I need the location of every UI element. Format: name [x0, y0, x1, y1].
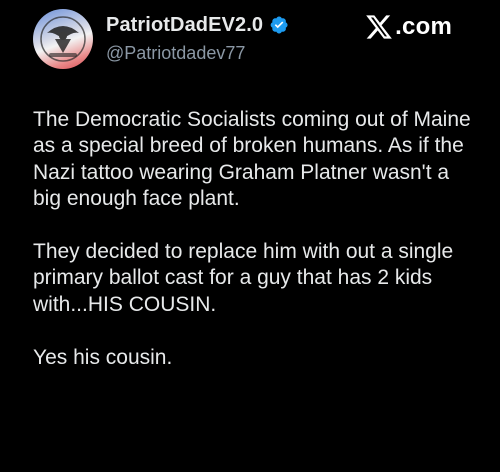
avatar[interactable] — [33, 9, 93, 69]
post-body: The Democratic Socialists coming out of … — [33, 107, 473, 371]
brand-text: .com — [395, 13, 452, 40]
post-card: PatriotDadEV2.0 @Patriotdadev77 .com The… — [0, 0, 500, 472]
x-logo-icon — [365, 14, 393, 40]
author-name-row: PatriotDadEV2.0 — [106, 12, 289, 38]
post-paragraph: The Democratic Socialists coming out of … — [33, 108, 471, 211]
author-handle[interactable]: @Patriotdadev77 — [106, 43, 245, 64]
avatar-emblem-icon — [40, 16, 86, 62]
post-paragraph: They decided to replace him with out a s… — [33, 240, 454, 316]
display-name[interactable]: PatriotDadEV2.0 — [106, 14, 263, 37]
brand-link[interactable]: .com — [365, 13, 452, 41]
verified-badge-icon — [269, 15, 289, 35]
post-paragraph: Yes his cousin. — [33, 345, 173, 369]
